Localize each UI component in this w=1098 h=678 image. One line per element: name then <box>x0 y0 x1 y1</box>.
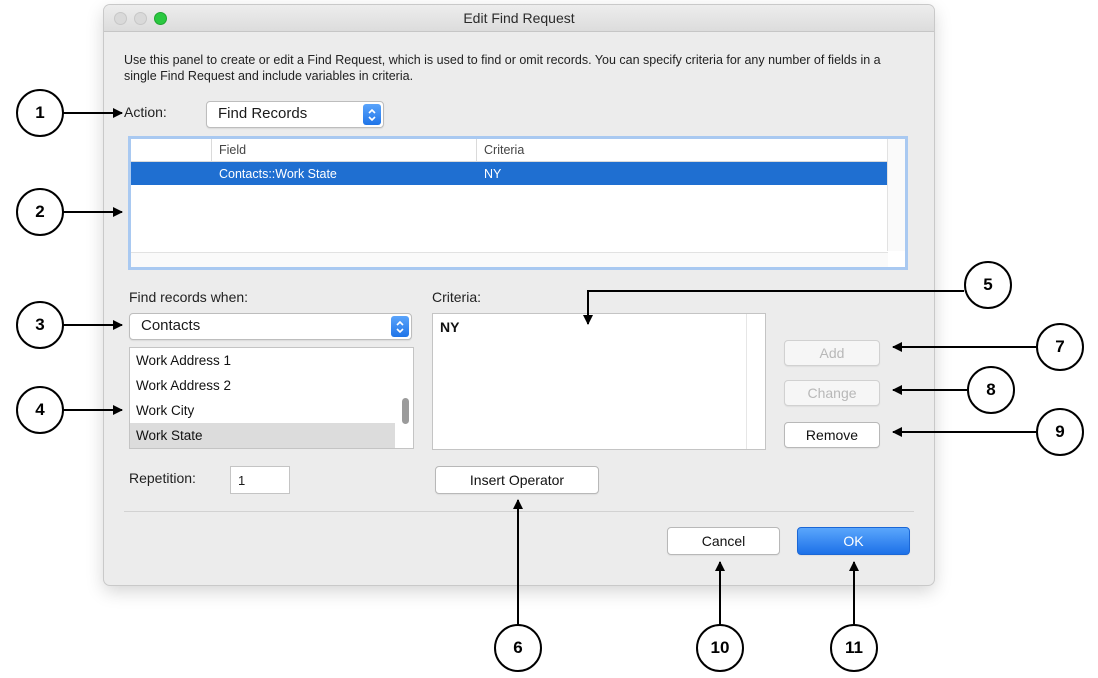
callout-5-arrow <box>583 290 964 325</box>
callout-11: 11 <box>830 624 878 672</box>
callout-4: 4 <box>16 386 64 434</box>
callout-10: 10 <box>696 624 744 672</box>
callout-2: 2 <box>16 188 64 236</box>
callout-6: 6 <box>494 624 542 672</box>
callout-arrows <box>62 108 1036 631</box>
callout-5: 5 <box>964 261 1012 309</box>
callout-8: 8 <box>967 366 1015 414</box>
callout-7: 7 <box>1036 323 1084 371</box>
callout-1: 1 <box>16 89 64 137</box>
callout-9: 9 <box>1036 408 1084 456</box>
callout-3: 3 <box>16 301 64 349</box>
